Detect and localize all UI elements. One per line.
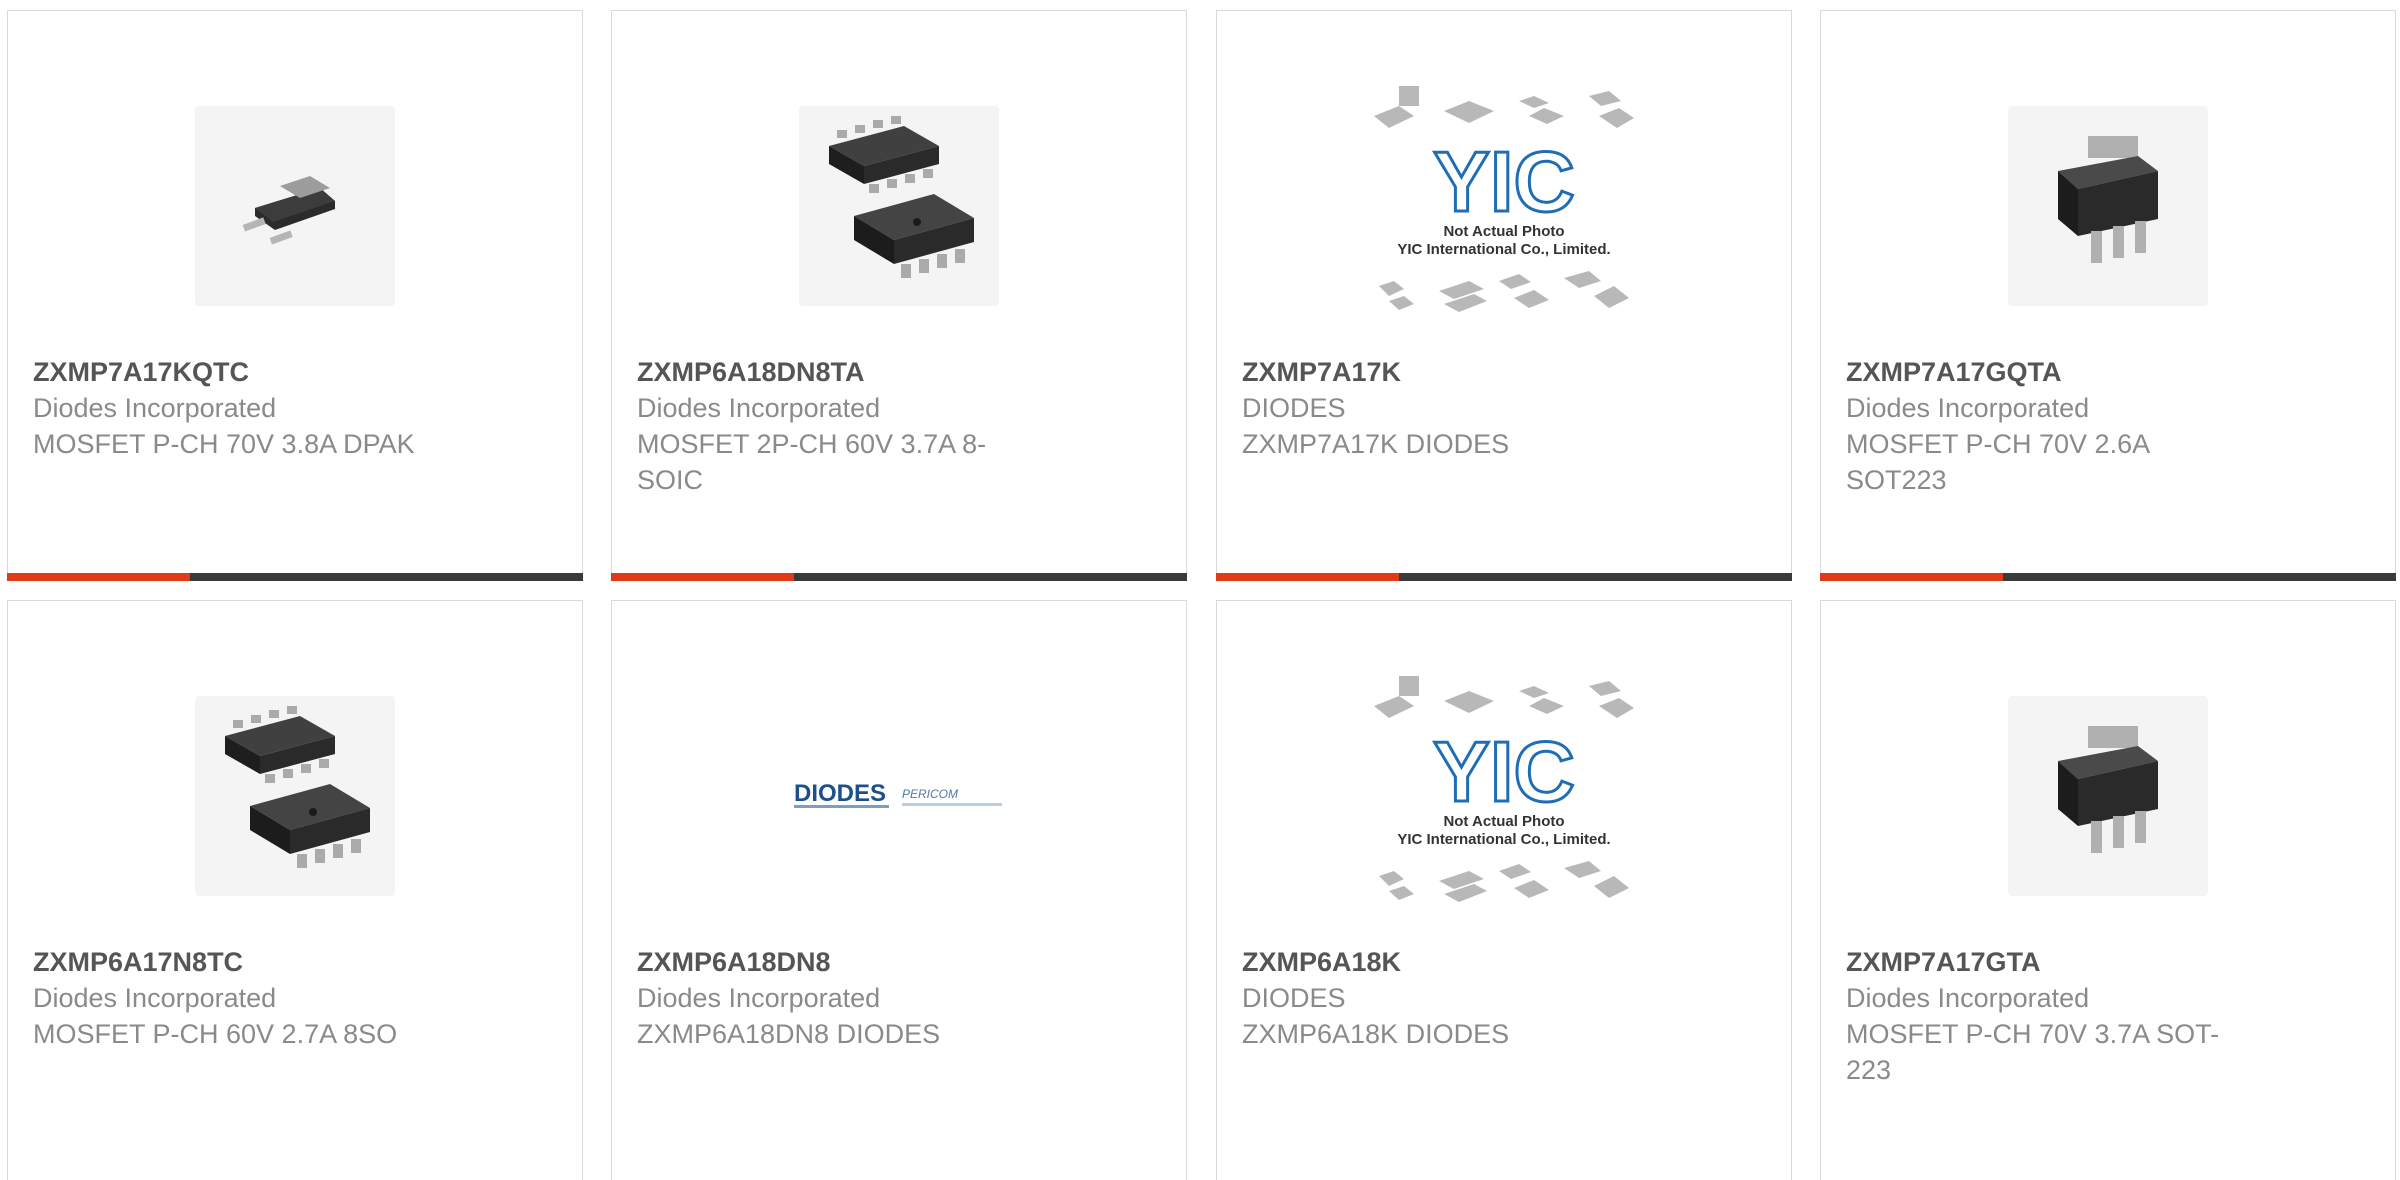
diodes-pericom-logo: DIODES PERICOM (794, 780, 1002, 808)
card-footer-bar (1820, 573, 2396, 581)
card-accent-bar (7, 573, 190, 581)
manufacturer: DIODES (1242, 983, 1346, 1013)
product-info: ZXMP7A17K DIODES ZXMP7A17K DIODES (1242, 354, 1641, 462)
card-accent-bar (611, 573, 794, 581)
description: ZXMP6A18K DIODES (1242, 1019, 1510, 1049)
part-number[interactable]: ZXMP7A17GTA (1846, 944, 2245, 980)
svg-text:DIODES: DIODES (794, 780, 886, 807)
product-image[interactable] (612, 61, 1186, 351)
product-image[interactable]: YIC Not Actual Photo YIC International C… (1217, 61, 1791, 351)
product-info: ZXMP6A17N8TC Diodes Incorporated MOSFET … (33, 944, 432, 1052)
yic-placeholder-image: YIC Not Actual Photo YIC International C… (1374, 676, 1634, 902)
part-number[interactable]: ZXMP7A17KQTC (33, 354, 432, 390)
description: ZXMP6A18DN8 DIODES (637, 1019, 941, 1049)
product-card[interactable]: YIC Not Actual Photo YIC International C… (1216, 600, 1792, 1180)
card-footer-bar (611, 573, 1187, 581)
svg-text:PERICOM: PERICOM (902, 787, 958, 801)
svg-text:YIC: YIC (1433, 135, 1575, 230)
card-accent-bar (1216, 573, 1399, 581)
product-image[interactable] (1821, 61, 2395, 351)
description: MOSFET P-CH 70V 2.6A SOT223 (1846, 429, 2149, 495)
dpak-package-icon (195, 106, 395, 306)
description: MOSFET 2P-CH 60V 3.7A 8-SOIC (637, 429, 987, 495)
product-info: ZXMP7A17GTA Diodes Incorporated MOSFET P… (1846, 944, 2245, 1088)
product-info: ZXMP6A18DN8 Diodes Incorporated ZXMP6A18… (637, 944, 1036, 1052)
product-info: ZXMP7A17KQTC Diodes Incorporated MOSFET … (33, 354, 432, 462)
product-card[interactable]: ZXMP7A17GQTA Diodes Incorporated MOSFET … (1820, 10, 2396, 581)
description: MOSFET P-CH 70V 3.8A DPAK (33, 429, 415, 459)
manufacturer: Diodes Incorporated (1846, 983, 2090, 1013)
product-image[interactable]: DIODES PERICOM (612, 651, 1186, 941)
part-number[interactable]: ZXMP6A18DN8TA (637, 354, 1036, 390)
svg-text:Not Actual Photo: Not Actual Photo (1443, 223, 1564, 240)
svg-text:Not Actual Photo: Not Actual Photo (1443, 813, 1564, 830)
card-accent-bar (1820, 573, 2003, 581)
yic-placeholder-image: YIC Not Actual Photo YIC International C… (1374, 86, 1634, 312)
description: ZXMP7A17K DIODES (1242, 429, 1510, 459)
sot223-package-icon (2008, 106, 2208, 306)
product-card[interactable]: DIODES PERICOM ZXMP6A18DN8 Diodes Incorp… (611, 600, 1187, 1180)
product-card[interactable]: ZXMP6A18DN8TA Diodes Incorporated MOSFET… (611, 10, 1187, 581)
svg-text:YIC: YIC (1433, 725, 1575, 820)
product-card[interactable]: ZXMP7A17GTA Diodes Incorporated MOSFET P… (1820, 600, 2396, 1180)
part-number[interactable]: ZXMP7A17GQTA (1846, 354, 2245, 390)
manufacturer: Diodes Incorporated (33, 393, 277, 423)
product-info: ZXMP6A18DN8TA Diodes Incorporated MOSFET… (637, 354, 1036, 498)
svg-text:YIC International Co., Limited: YIC International Co., Limited. (1397, 241, 1610, 258)
product-card[interactable]: ZXMP6A17N8TC Diodes Incorporated MOSFET … (7, 600, 583, 1180)
manufacturer: Diodes Incorporated (637, 393, 881, 423)
sot223-package-icon (2008, 696, 2208, 896)
product-image[interactable]: YIC Not Actual Photo YIC International C… (1217, 651, 1791, 941)
part-number[interactable]: ZXMP6A18K (1242, 944, 1641, 980)
product-info: ZXMP6A18K DIODES ZXMP6A18K DIODES (1242, 944, 1641, 1052)
product-image[interactable] (8, 651, 582, 941)
part-number[interactable]: ZXMP6A17N8TC (33, 944, 432, 980)
part-number[interactable]: ZXMP6A18DN8 (637, 944, 1036, 980)
manufacturer: DIODES (1242, 393, 1346, 423)
product-card[interactable]: YIC Not Actual Photo YIC International C… (1216, 10, 1792, 581)
description: MOSFET P-CH 70V 3.7A SOT-223 (1846, 1019, 2220, 1085)
part-number[interactable]: ZXMP7A17K (1242, 354, 1641, 390)
soic8-package-icon (799, 106, 999, 306)
product-info: ZXMP7A17GQTA Diodes Incorporated MOSFET … (1846, 354, 2245, 498)
card-footer-bar (1216, 573, 1792, 581)
svg-text:YIC International Co., Limited: YIC International Co., Limited. (1397, 831, 1610, 848)
product-image[interactable] (8, 61, 582, 351)
soic8-package-icon (195, 696, 395, 896)
card-footer-bar (7, 573, 583, 581)
manufacturer: Diodes Incorporated (1846, 393, 2090, 423)
description: MOSFET P-CH 60V 2.7A 8SO (33, 1019, 398, 1049)
manufacturer: Diodes Incorporated (33, 983, 277, 1013)
manufacturer: Diodes Incorporated (637, 983, 881, 1013)
product-grid: ZXMP7A17KQTC Diodes Incorporated MOSFET … (0, 0, 2400, 1180)
product-card[interactable]: ZXMP7A17KQTC Diodes Incorporated MOSFET … (7, 10, 583, 581)
product-image[interactable] (1821, 651, 2395, 941)
